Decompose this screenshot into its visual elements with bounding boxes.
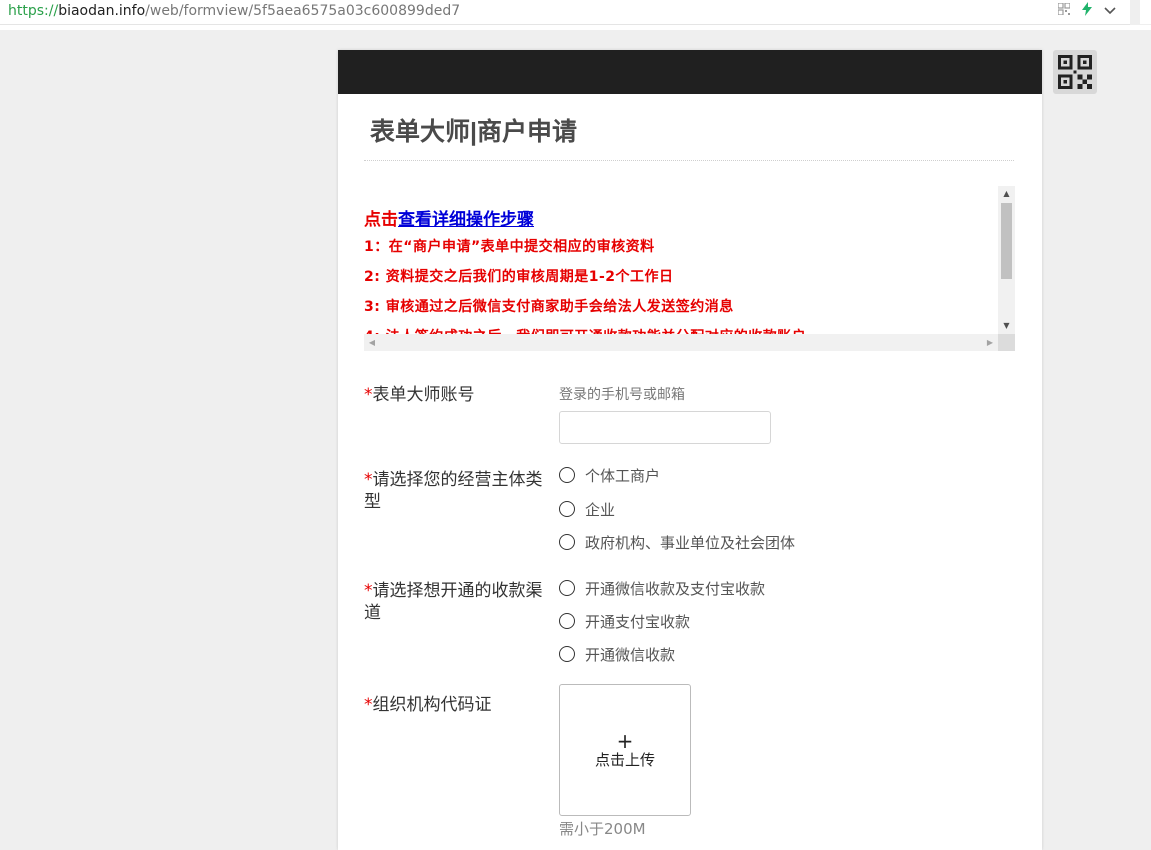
instructions-link[interactable]: 查看详细操作步骤 — [398, 210, 534, 230]
option-label: 开通微信收款及支付宝收款 — [585, 579, 766, 598]
channel-option[interactable]: 开通支付宝收款 — [559, 610, 690, 632]
instructions-content: 点击查看详细操作步骤 1：在“商户申请”表单中提交相应的审核资料 2: 资料提交… — [364, 208, 998, 351]
radio-button[interactable] — [559, 501, 575, 517]
instruction-step: 1：在“商户申请”表单中提交相应的审核资料 — [364, 239, 655, 255]
account-hint: 登录的手机号或邮箱 — [559, 387, 685, 403]
channel-option[interactable]: 开通微信收款及支付宝收款 — [559, 577, 765, 599]
scroll-down-arrow-icon[interactable]: ▼ — [998, 318, 1015, 334]
instructions-prefix: 点击 — [364, 210, 398, 230]
required-mark: * — [364, 581, 373, 601]
org-code-label-text: 组织机构代码证 — [372, 695, 492, 715]
form-header-bar — [338, 50, 1042, 94]
org-code-label: *组织机构代码证 — [364, 694, 554, 716]
upload-size-hint: 需小于200M — [559, 820, 646, 838]
radio-button[interactable] — [559, 580, 575, 596]
instructions-headline: 点击查看详细操作步骤 — [364, 208, 998, 232]
plus-icon: + — [616, 729, 634, 753]
vertical-scrollbar[interactable]: ▲ ▼ — [998, 186, 1015, 334]
required-mark: * — [364, 470, 373, 490]
entity-type-option[interactable]: 企业 — [559, 498, 615, 520]
instruction-step: 2: 资料提交之后我们的审核周期是1-2个工作日 — [364, 269, 674, 285]
address-bar[interactable]: https://biaodan.info/web/formview/5f5aea… — [0, 0, 1130, 25]
option-label: 开通微信收款 — [585, 645, 676, 664]
toolbar-bottom — [0, 25, 1151, 30]
radio-button[interactable] — [559, 534, 575, 550]
option-label: 个体工商户 — [585, 466, 661, 485]
chevron-down-icon[interactable] — [1104, 1, 1116, 23]
form-title: 表单大师|商户申请 — [370, 118, 577, 146]
title-divider — [364, 160, 1014, 161]
entity-type-option[interactable]: 个体工商户 — [559, 464, 660, 486]
scrollbar-corner — [998, 334, 1015, 351]
entity-type-label-text: 请选择您的经营主体类型 — [364, 470, 543, 512]
option-label: 开通支付宝收款 — [585, 612, 691, 631]
upload-button[interactable]: + 点击上传 — [559, 684, 691, 816]
entity-type-option[interactable]: 政府机构、事业单位及社会团体 — [559, 531, 795, 553]
channel-label-text: 请选择想开通的收款渠道 — [364, 581, 543, 623]
account-input[interactable] — [559, 411, 771, 444]
scroll-left-arrow-icon[interactable]: ◀ — [364, 334, 380, 351]
qr-code-icon — [1058, 55, 1092, 89]
account-label-text: 表单大师账号 — [372, 385, 475, 405]
required-mark: * — [364, 385, 373, 405]
entity-type-label: *请选择您的经营主体类型 — [364, 469, 554, 513]
toolbar-edge — [1140, 0, 1151, 24]
vertical-scroll-thumb[interactable] — [1001, 203, 1012, 279]
horizontal-scrollbar[interactable]: ◀ ▶ — [364, 334, 998, 351]
url-text[interactable]: https://biaodan.info/web/formview/5f5aea… — [8, 0, 460, 22]
instruction-step: 3: 审核通过之后微信支付商家助手会给法人发送签约消息 — [364, 299, 734, 315]
required-mark: * — [364, 695, 373, 715]
channel-option[interactable]: 开通微信收款 — [559, 643, 675, 665]
radio-button[interactable] — [559, 467, 575, 483]
form-card: 表单大师|商户申请 点击查看详细操作步骤 1：在“商户申请”表单中提交相应的审核… — [338, 50, 1042, 850]
url-protocol: https:// — [8, 3, 59, 19]
url-path: /web/formview/5f5aea6575a03c600899ded7 — [145, 3, 461, 19]
scroll-right-arrow-icon[interactable]: ▶ — [982, 334, 998, 351]
instructions-box[interactable]: 点击查看详细操作步骤 1：在“商户申请”表单中提交相应的审核资料 2: 资料提交… — [364, 186, 1015, 351]
account-label: *表单大师账号 — [364, 384, 554, 406]
channel-label: *请选择想开通的收款渠道 — [364, 580, 554, 624]
radio-button[interactable] — [559, 646, 575, 662]
upload-label: 点击上传 — [594, 751, 655, 769]
bolt-icon[interactable] — [1082, 1, 1092, 23]
option-label: 政府机构、事业单位及社会团体 — [585, 533, 796, 552]
toolbar-gap — [1130, 0, 1140, 28]
qr-code-button[interactable] — [1053, 50, 1097, 94]
option-label: 企业 — [585, 500, 616, 519]
scroll-up-arrow-icon[interactable]: ▲ — [998, 186, 1015, 202]
radio-button[interactable] — [559, 613, 575, 629]
url-host: biaodan.info — [58, 3, 146, 19]
qr-icon[interactable] — [1057, 1, 1071, 23]
